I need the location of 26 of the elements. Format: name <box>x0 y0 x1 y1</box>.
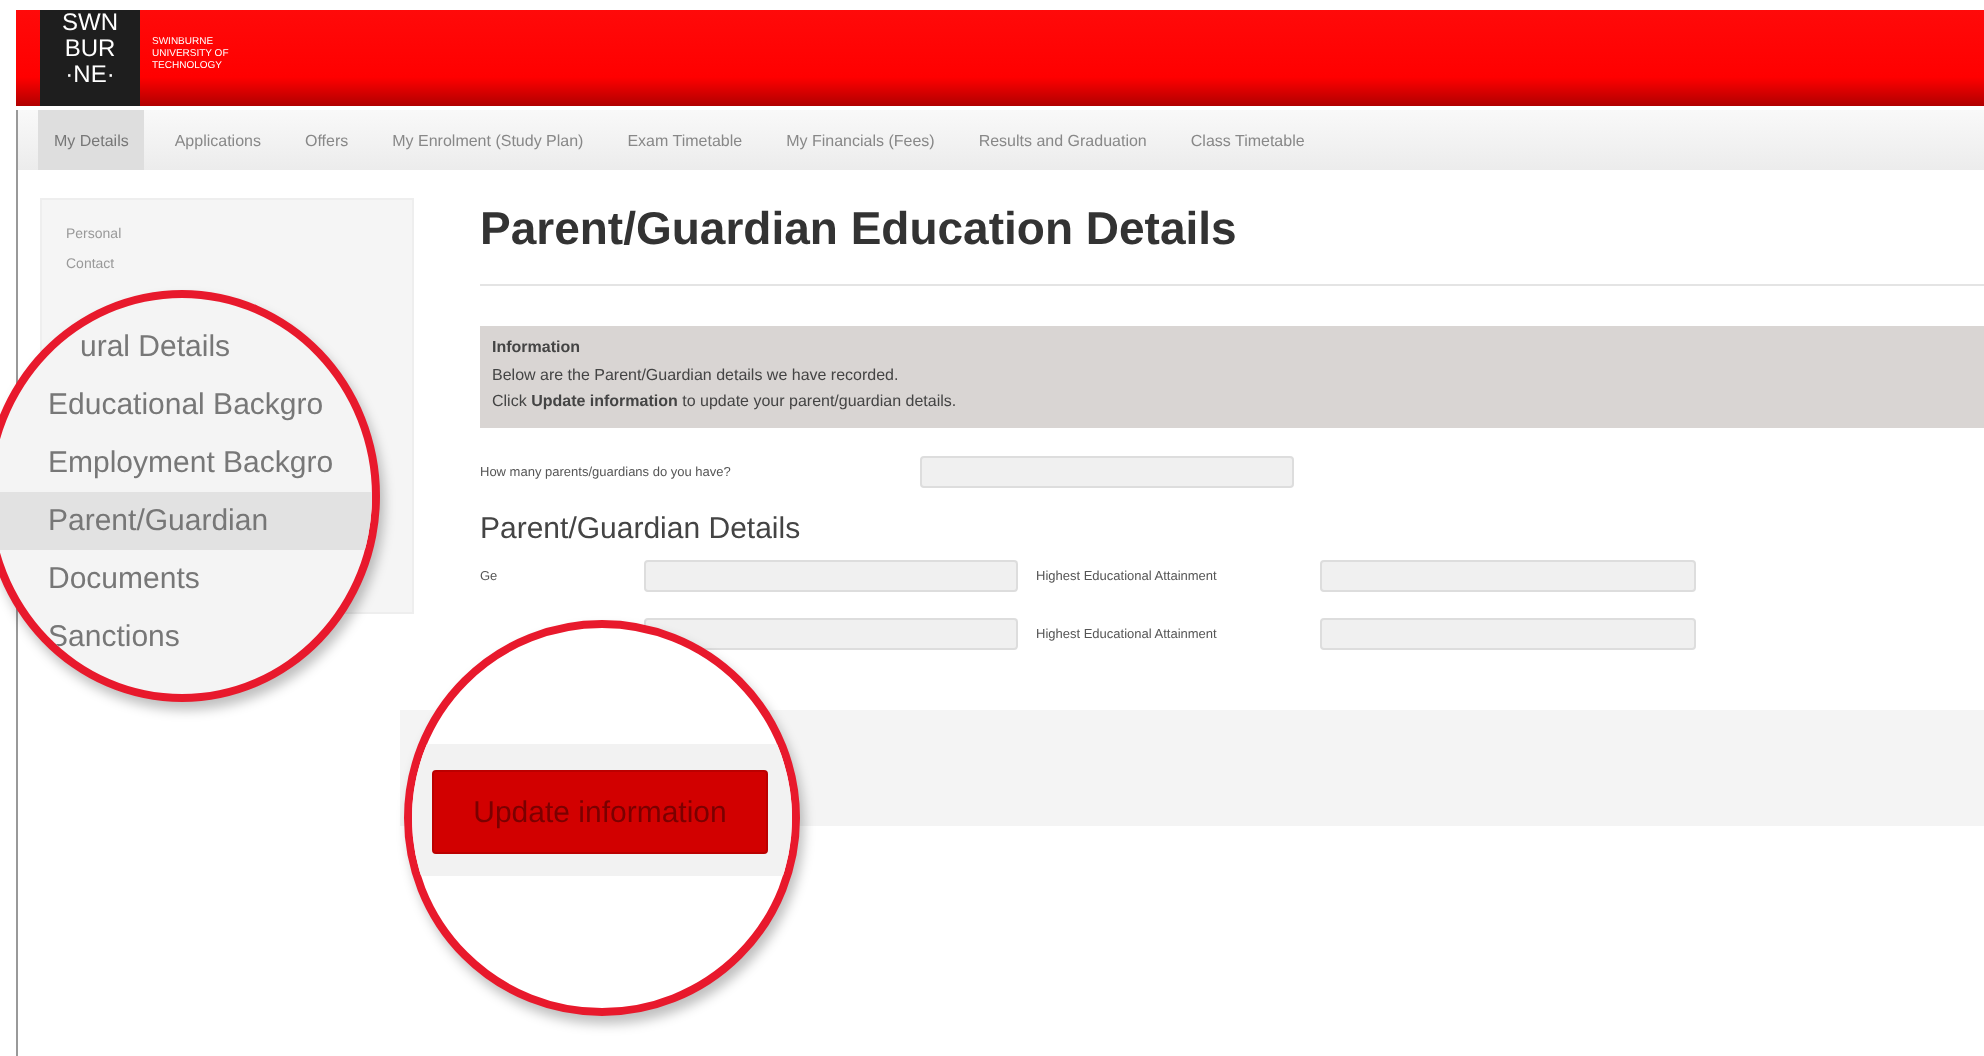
sidebar-item[interactable]: Employment Backgro <box>0 434 372 492</box>
nav-tab[interactable]: My Financials (Fees) <box>772 110 949 170</box>
input-field[interactable] <box>644 618 1018 650</box>
nav-tab[interactable]: Exam Timetable <box>613 110 757 170</box>
input-field[interactable] <box>1320 618 1696 650</box>
info-text: Click Update information to update your parent/guardian details. <box>492 392 959 410</box>
section-title: Parent/Guardian Details <box>480 512 803 546</box>
sidebar-item[interactable]: Sanctions <box>0 608 372 666</box>
update-button[interactable]: Update information <box>432 770 768 854</box>
info-heading: Information <box>492 338 582 356</box>
sidebar-item[interactable]: Parent/Guardian <box>0 492 372 550</box>
nav-tab[interactable]: My Enrolment (Study Plan) <box>378 110 598 170</box>
nav-tab[interactable]: Offers <box>290 110 363 170</box>
nav-tab[interactable]: My Details <box>38 110 145 170</box>
input-field[interactable] <box>644 560 1018 592</box>
input-field[interactable] <box>1320 560 1696 592</box>
logo: SWN BUR ·NE· <box>40 10 140 106</box>
sidebar-item[interactable]: Documents <box>0 550 372 608</box>
input-field[interactable] <box>920 456 1294 488</box>
sidebar-item[interactable]: Educational Backgro <box>0 376 372 434</box>
sidebar-item[interactable]: ural Details <box>0 318 372 376</box>
nav-tab[interactable]: Results and Graduation <box>964 110 1161 170</box>
info-text: Below are the Parent/Guardian details we have recorded. <box>492 366 901 384</box>
nav-tab[interactable]: Applications <box>160 110 275 170</box>
nav-tab[interactable]: Class Timetable <box>1176 110 1319 170</box>
page-title: Parent/Guardian Education Details <box>480 202 1239 256</box>
